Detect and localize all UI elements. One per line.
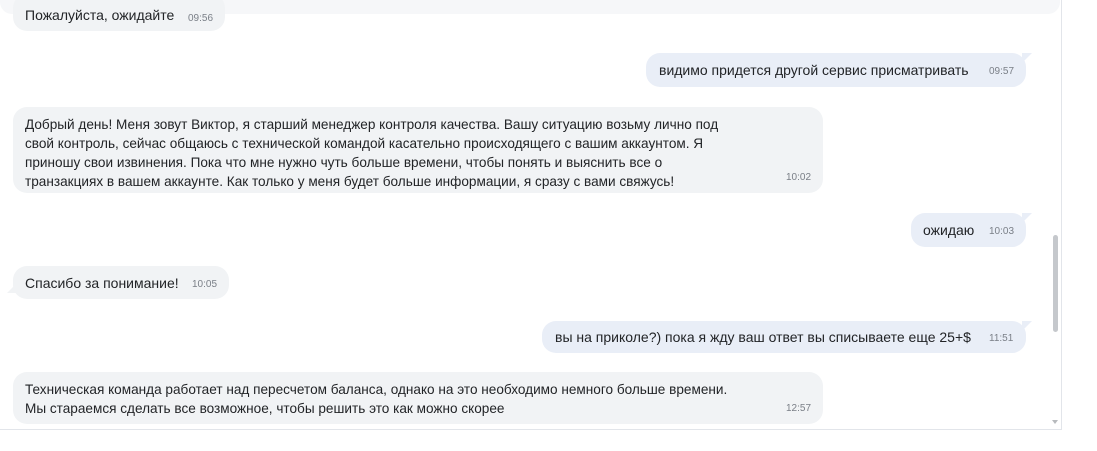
- outgoing-message: вы на приколе?) пока я жду ваш ответ вы …: [542, 321, 1032, 353]
- message-time: 11:51: [989, 333, 1014, 344]
- chat-history[interactable]: Пожалуйста, ожидайте 09:56 видимо придет…: [0, 0, 1062, 430]
- message-time: 12:57: [786, 403, 812, 414]
- message-time: 10:02: [786, 172, 812, 183]
- incoming-message: Техническая команда работает над пересче…: [13, 372, 823, 424]
- bubble-tail: [1022, 213, 1032, 223]
- incoming-message: Спасибо за понимание! 10:05: [7, 266, 229, 299]
- incoming-message: Пожалуйста, ожидайте 09:56: [13, 0, 225, 31]
- chat-scrollbar[interactable]: [1049, 0, 1061, 429]
- message-text: Добрый день! Меня зовут Виктор, я старши…: [25, 117, 719, 189]
- bubble-tail: [1022, 321, 1032, 331]
- message-time: 10:03: [989, 226, 1015, 237]
- bubble-tail: [1022, 53, 1032, 63]
- message-text: видимо придется другой сервис присматрив…: [659, 62, 969, 78]
- message-time: 09:56: [188, 13, 214, 24]
- message-text: вы на приколе?) пока я жду ваш ответ вы …: [555, 329, 971, 345]
- message-text: Техническая команда работает над пересче…: [25, 382, 728, 416]
- bubble-tail: [7, 283, 17, 293]
- incoming-message: Добрый день! Меня зовут Виктор, я старши…: [13, 107, 823, 193]
- scroll-down-arrow-icon[interactable]: [1052, 420, 1058, 424]
- message-time: 09:57: [989, 66, 1015, 77]
- outgoing-message: видимо придется другой сервис присматрив…: [646, 53, 1032, 87]
- message-time: 10:05: [192, 279, 218, 290]
- scrollbar-thumb[interactable]: [1053, 235, 1058, 332]
- outgoing-message: ожидаю 10:03: [911, 213, 1032, 247]
